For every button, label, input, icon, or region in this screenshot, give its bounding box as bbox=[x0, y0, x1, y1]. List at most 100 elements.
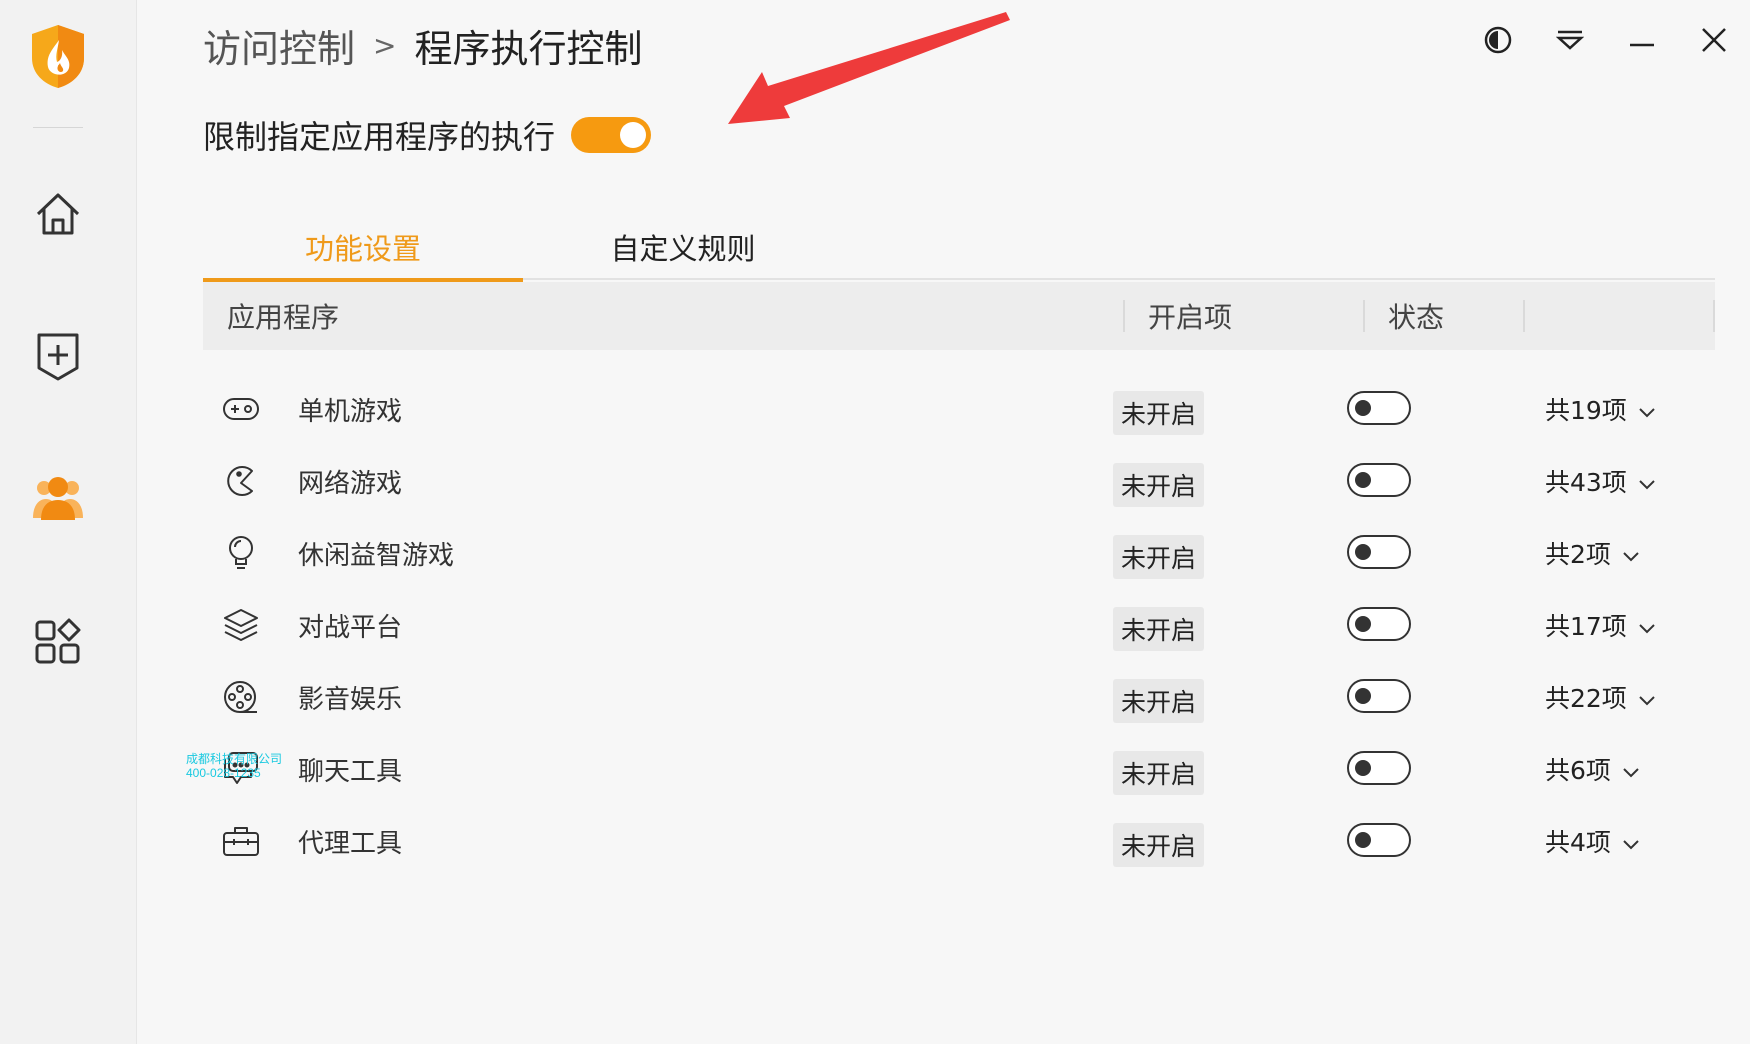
app-category-name: 休闲益智游戏 bbox=[298, 541, 455, 571]
breadcrumb-parent[interactable]: 访问控制 bbox=[203, 18, 355, 73]
toggle-knob bbox=[1355, 760, 1371, 776]
sidebar-item-home[interactable] bbox=[28, 186, 88, 246]
sidebar-item-apps[interactable] bbox=[28, 614, 88, 674]
category-toggle[interactable] bbox=[1347, 823, 1411, 857]
item-count-dropdown[interactable]: 共4项 bbox=[1545, 823, 1639, 859]
apps-icon bbox=[34, 618, 82, 670]
minimize-icon bbox=[1629, 33, 1655, 52]
collapse-button[interactable] bbox=[1534, 22, 1606, 62]
table-row: 对战平台 未开启 共17项 bbox=[203, 589, 1715, 661]
chevron-down-icon bbox=[1611, 827, 1639, 856]
theme-button[interactable] bbox=[1462, 22, 1534, 62]
users-icon bbox=[32, 474, 84, 526]
film-reel-icon bbox=[221, 679, 261, 715]
app-category-name: 对战平台 bbox=[298, 613, 403, 643]
table-header: 应用程序 开启项 状态 bbox=[203, 282, 1715, 350]
layers-icon bbox=[221, 607, 261, 643]
chevron-down-icon bbox=[1627, 395, 1655, 424]
watermark: 成都科技有限公司 400-028-1235 bbox=[186, 752, 282, 780]
startup-status-badge: 未开启 bbox=[1113, 823, 1205, 867]
theme-icon bbox=[1483, 25, 1513, 59]
gamepad-icon bbox=[221, 391, 261, 427]
item-count-dropdown[interactable]: 共19项 bbox=[1545, 391, 1655, 427]
window-controls bbox=[1462, 22, 1750, 62]
item-count-dropdown[interactable]: 共22项 bbox=[1545, 679, 1655, 715]
startup-status-badge: 未开启 bbox=[1113, 607, 1205, 651]
master-setting-label: 限制指定应用程序的执行 bbox=[203, 118, 556, 156]
item-count: 共2项 bbox=[1545, 540, 1611, 569]
toggle-knob bbox=[1355, 400, 1371, 416]
toggle-knob bbox=[620, 122, 647, 148]
startup-status-badge: 未开启 bbox=[1113, 751, 1205, 795]
app-category-name: 代理工具 bbox=[298, 829, 403, 859]
startup-status-badge: 未开启 bbox=[1113, 679, 1205, 723]
toggle-knob bbox=[1355, 544, 1371, 560]
chevron-down-icon bbox=[1627, 467, 1655, 496]
app-category-name: 影音娱乐 bbox=[298, 685, 403, 715]
category-toggle[interactable] bbox=[1347, 535, 1411, 569]
tab-feature-settings[interactable]: 功能设置 bbox=[203, 214, 523, 282]
lightbulb-icon bbox=[221, 535, 261, 571]
app-logo-icon bbox=[28, 22, 88, 90]
app-category-name: 单机游戏 bbox=[298, 397, 403, 427]
shield-plus-icon bbox=[34, 330, 82, 386]
master-toggle[interactable] bbox=[571, 117, 652, 153]
sidebar-divider bbox=[33, 127, 83, 128]
item-count-dropdown[interactable]: 共17项 bbox=[1545, 607, 1655, 643]
item-count: 共17项 bbox=[1545, 612, 1627, 641]
item-count-dropdown[interactable]: 共43项 bbox=[1545, 463, 1655, 499]
column-header-status: 状态 bbox=[1388, 301, 1445, 334]
pacman-icon bbox=[221, 463, 261, 499]
table-row: 影音娱乐 未开启 共22项 bbox=[203, 661, 1715, 733]
chevron-down-icon bbox=[1627, 683, 1655, 712]
sidebar-item-protection[interactable] bbox=[28, 328, 88, 388]
table-row: 聊天工具 未开启 共6项 bbox=[203, 733, 1715, 805]
item-count: 共6项 bbox=[1545, 756, 1611, 785]
item-count: 共19项 bbox=[1545, 396, 1627, 425]
category-toggle[interactable] bbox=[1347, 391, 1411, 425]
item-count-dropdown[interactable]: 共2项 bbox=[1545, 535, 1639, 571]
app-category-name: 聊天工具 bbox=[298, 757, 403, 787]
sidebar bbox=[0, 0, 137, 1044]
collapse-icon bbox=[1555, 29, 1585, 55]
category-toggle[interactable] bbox=[1347, 463, 1411, 497]
category-toggle[interactable] bbox=[1347, 607, 1411, 641]
page-title: 程序执行控制 bbox=[414, 27, 643, 71]
startup-status-badge: 未开启 bbox=[1113, 391, 1205, 435]
column-divider bbox=[1123, 300, 1125, 332]
startup-status-badge: 未开启 bbox=[1113, 463, 1205, 507]
chevron-down-icon bbox=[1627, 611, 1655, 640]
sidebar-item-access-control[interactable] bbox=[28, 470, 88, 530]
column-divider bbox=[1523, 300, 1525, 332]
breadcrumb-separator: > bbox=[373, 29, 397, 62]
chevron-down-icon bbox=[1611, 539, 1639, 568]
main-content: 访问控制 > 程序执行控制 限制指定应用程序的执行 功能设置 自定义规则 应用程… bbox=[138, 0, 1750, 1044]
column-divider bbox=[1713, 300, 1715, 332]
tab-custom-rules[interactable]: 自定义规则 bbox=[523, 214, 843, 280]
table-row: 休闲益智游戏 未开启 共2项 bbox=[203, 517, 1715, 589]
tab-bar: 功能设置 自定义规则 bbox=[203, 214, 1715, 282]
app-category-name: 网络游戏 bbox=[298, 469, 403, 499]
toggle-knob bbox=[1355, 616, 1371, 632]
item-count: 共4项 bbox=[1545, 828, 1611, 857]
toggle-knob bbox=[1355, 832, 1371, 848]
column-header-startup: 开启项 bbox=[1148, 301, 1233, 334]
chevron-down-icon bbox=[1611, 755, 1639, 784]
category-toggle[interactable] bbox=[1347, 679, 1411, 713]
toolbox-icon bbox=[221, 823, 261, 859]
minimize-button[interactable] bbox=[1606, 22, 1678, 62]
item-count: 共43项 bbox=[1545, 468, 1627, 497]
annotation-arrow bbox=[728, 12, 1010, 124]
table-row: 代理工具 未开启 共4项 bbox=[203, 805, 1715, 877]
column-header-app: 应用程序 bbox=[227, 301, 340, 334]
toggle-knob bbox=[1355, 472, 1371, 488]
close-icon bbox=[1700, 26, 1728, 58]
category-toggle[interactable] bbox=[1347, 751, 1411, 785]
master-setting: 限制指定应用程序的执行 bbox=[203, 112, 652, 158]
item-count-dropdown[interactable]: 共6项 bbox=[1545, 751, 1639, 787]
watermark-line: 400-028-1235 bbox=[186, 766, 261, 780]
column-divider bbox=[1363, 300, 1365, 332]
startup-status-badge: 未开启 bbox=[1113, 535, 1205, 579]
table-row: 网络游戏 未开启 共43项 bbox=[203, 445, 1715, 517]
close-button[interactable] bbox=[1678, 22, 1750, 62]
